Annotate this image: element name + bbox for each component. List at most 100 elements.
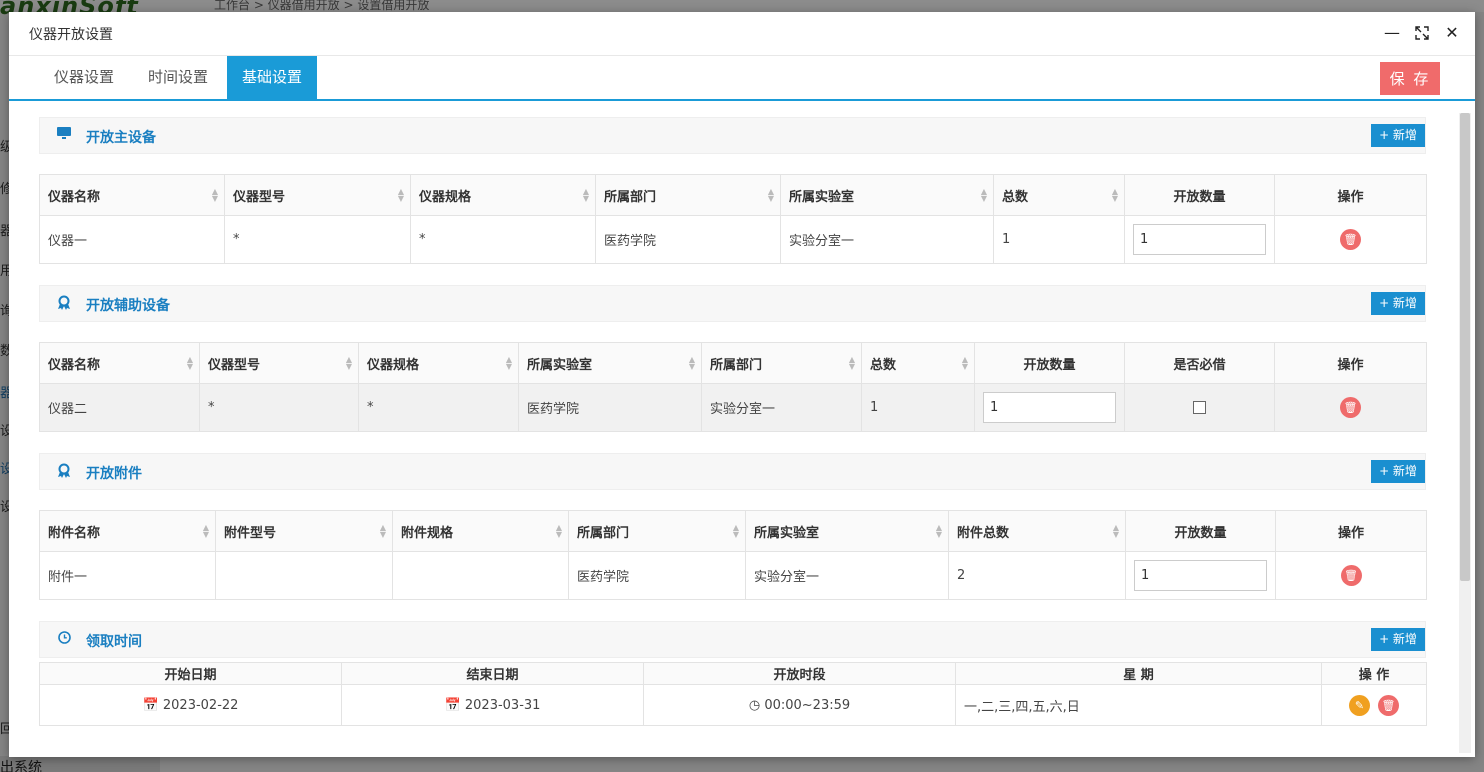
- section-title: 领取时间: [86, 634, 142, 650]
- cell-total: 1: [993, 215, 1125, 264]
- column-header: 操作: [1274, 174, 1427, 216]
- table-row: 📅 2023-02-22 📅 2023-03-31 ◷ 00:00~23:59 …: [39, 684, 1427, 726]
- cell-actions: ✎ 🗑: [1321, 684, 1427, 726]
- tab-instrument-settings[interactable]: 仪器设置: [39, 56, 129, 99]
- cell-lab: 医药学院: [518, 383, 702, 432]
- add-pickup-time-button[interactable]: + 新增: [1371, 628, 1425, 651]
- add-main-equipment-button[interactable]: + 新增: [1371, 124, 1425, 147]
- column-header[interactable]: 仪器型号 ▲ ▼: [224, 174, 411, 216]
- column-header[interactable]: 所属实验室 ▲ ▼: [745, 510, 949, 552]
- cell-dept: 医药学院: [568, 551, 746, 600]
- calendar-icon: 📅: [142, 697, 159, 713]
- column-header[interactable]: 仪器名称 ▲ ▼: [39, 174, 225, 216]
- settings-dialog: 仪器开放设置 — ✕ 仪器设置 时间设置 基础设置 保 存 开放主设备 + 新增…: [9, 12, 1475, 757]
- sort-icon[interactable]: ▲ ▼: [733, 524, 739, 539]
- sort-icon[interactable]: ▲ ▼: [203, 524, 209, 539]
- column-header[interactable]: 所属实验室 ▲ ▼: [518, 342, 702, 384]
- column-header[interactable]: 所属部门 ▲ ▼: [595, 174, 781, 216]
- section-title: 开放辅助设备: [86, 298, 170, 314]
- cell-actions: 🗑: [1275, 551, 1427, 600]
- add-attachment-button[interactable]: + 新增: [1371, 460, 1425, 483]
- scrollbar[interactable]: [1459, 113, 1471, 753]
- cell-dept: 医药学院: [595, 215, 781, 264]
- cell-end-date: 📅 2023-03-31: [341, 684, 644, 726]
- aux-equipment-table: 仪器名称 ▲ ▼ 仪器型号 ▲ ▼ 仪器规格 ▲ ▼ 所属实验室 ▲ ▼ 所属部门 ▲ ▼ 总数 ▲ ▼…: [39, 342, 1427, 432]
- close-icon[interactable]: ✕: [1443, 24, 1461, 42]
- section-title: 开放主设备: [86, 130, 156, 146]
- sort-icon[interactable]: ▲ ▼: [1112, 188, 1118, 203]
- open-quantity-input[interactable]: [983, 392, 1116, 423]
- sort-icon[interactable]: ▲ ▼: [556, 524, 562, 539]
- column-header[interactable]: 附件型号 ▲ ▼: [215, 510, 393, 552]
- column-header[interactable]: 所属部门 ▲ ▼: [568, 510, 746, 552]
- window-controls: — ✕: [1383, 24, 1461, 42]
- column-header[interactable]: 仪器规格 ▲ ▼: [410, 174, 596, 216]
- cell-actions: 🗑: [1274, 215, 1427, 264]
- sort-icon[interactable]: ▲ ▼: [768, 188, 774, 203]
- save-button[interactable]: 保 存: [1380, 62, 1440, 95]
- trash-icon[interactable]: 🗑: [1340, 565, 1362, 586]
- open-quantity-input[interactable]: [1133, 224, 1266, 255]
- pencil-icon[interactable]: ✎: [1349, 694, 1370, 716]
- required-checkbox[interactable]: [1193, 401, 1206, 414]
- table-row: 仪器二 * * 医药学院 实验分室一 1 🗑: [39, 383, 1427, 432]
- column-header[interactable]: 附件规格 ▲ ▼: [392, 510, 569, 552]
- table-header-row: 开始日期 结束日期 开放时段 星 期 操 作: [39, 662, 1427, 685]
- column-header[interactable]: 总数 ▲ ▼: [861, 342, 975, 384]
- maximize-icon[interactable]: [1413, 24, 1431, 42]
- column-header: 操 作: [1321, 662, 1427, 685]
- clock-icon: ◷: [748, 697, 761, 713]
- scrollbar-thumb[interactable]: [1460, 113, 1470, 581]
- open-quantity-input[interactable]: [1134, 560, 1267, 591]
- column-header: 是否必借: [1124, 342, 1275, 384]
- trash-icon[interactable]: 🗑: [1378, 694, 1399, 716]
- column-header[interactable]: 仪器型号 ▲ ▼: [199, 342, 359, 384]
- sort-icon[interactable]: ▲ ▼: [689, 356, 695, 371]
- cell-lab: 实验分室一: [745, 551, 949, 600]
- column-header[interactable]: 所属实验室 ▲ ▼: [780, 174, 994, 216]
- trash-icon[interactable]: 🗑: [1340, 397, 1361, 418]
- tab-basic-settings[interactable]: 基础设置: [227, 56, 318, 99]
- sort-icon[interactable]: ▲ ▼: [936, 524, 942, 539]
- main-equipment-table: 仪器名称 ▲ ▼ 仪器型号 ▲ ▼ 仪器规格 ▲ ▼ 所属部门 ▲ ▼ 所属实验室 ▲ ▼ 总数 ▲ ▼…: [39, 174, 1427, 264]
- calendar-icon: 📅: [444, 697, 461, 713]
- section-attachments: 开放附件 + 新增: [39, 453, 1426, 490]
- cell-model: *: [199, 383, 359, 432]
- cell-total: 1: [861, 383, 975, 432]
- cell-required: [1124, 383, 1275, 432]
- sort-icon[interactable]: ▲ ▼: [962, 356, 968, 371]
- sort-icon[interactable]: ▲ ▼: [187, 356, 193, 371]
- logout-link[interactable]: 出系统: [0, 757, 42, 772]
- cell-lab: 实验分室一: [780, 215, 994, 264]
- column-header: 开放数量: [1124, 174, 1275, 216]
- column-header: 开放数量: [974, 342, 1125, 384]
- column-header: 结束日期: [341, 662, 644, 685]
- column-header[interactable]: 总数 ▲ ▼: [993, 174, 1125, 216]
- sort-icon[interactable]: ▲ ▼: [981, 188, 987, 203]
- column-header[interactable]: 附件总数 ▲ ▼: [948, 510, 1126, 552]
- add-aux-equipment-button[interactable]: + 新增: [1371, 292, 1425, 315]
- column-header[interactable]: 仪器名称 ▲ ▼: [39, 342, 200, 384]
- cell-period: ◷ 00:00~23:59: [643, 684, 956, 726]
- sort-icon[interactable]: ▲ ▼: [346, 356, 352, 371]
- sort-icon[interactable]: ▲ ▼: [1113, 524, 1119, 539]
- dialog-header: 仪器开放设置 — ✕: [9, 12, 1475, 56]
- sort-icon[interactable]: ▲ ▼: [380, 524, 386, 539]
- column-header[interactable]: 仪器规格 ▲ ▼: [358, 342, 519, 384]
- table-header-row: 仪器名称 ▲ ▼ 仪器型号 ▲ ▼ 仪器规格 ▲ ▼ 所属实验室 ▲ ▼ 所属部门 ▲ ▼ 总数 ▲ ▼…: [39, 342, 1427, 384]
- cell-open-qty: [974, 383, 1125, 432]
- sort-icon[interactable]: ▲ ▼: [583, 188, 589, 203]
- minimize-icon[interactable]: —: [1383, 24, 1401, 42]
- sort-icon[interactable]: ▲ ▼: [506, 356, 512, 371]
- sort-icon[interactable]: ▲ ▼: [398, 188, 404, 203]
- attachments-table: 附件名称 ▲ ▼ 附件型号 ▲ ▼ 附件规格 ▲ ▼ 所属部门 ▲ ▼ 所属实验室 ▲ ▼ 附件总数…: [39, 510, 1427, 600]
- sort-icon[interactable]: ▲ ▼: [849, 356, 855, 371]
- cell-model: [215, 551, 393, 600]
- cell-total: 2: [948, 551, 1126, 600]
- column-header[interactable]: 所属部门 ▲ ▼: [701, 342, 862, 384]
- tab-bar: 仪器设置 时间设置 基础设置 保 存: [9, 56, 1475, 101]
- column-header[interactable]: 附件名称 ▲ ▼: [39, 510, 216, 552]
- tab-time-settings[interactable]: 时间设置: [133, 56, 223, 99]
- sort-icon[interactable]: ▲ ▼: [212, 188, 218, 203]
- trash-icon[interactable]: 🗑: [1340, 229, 1361, 250]
